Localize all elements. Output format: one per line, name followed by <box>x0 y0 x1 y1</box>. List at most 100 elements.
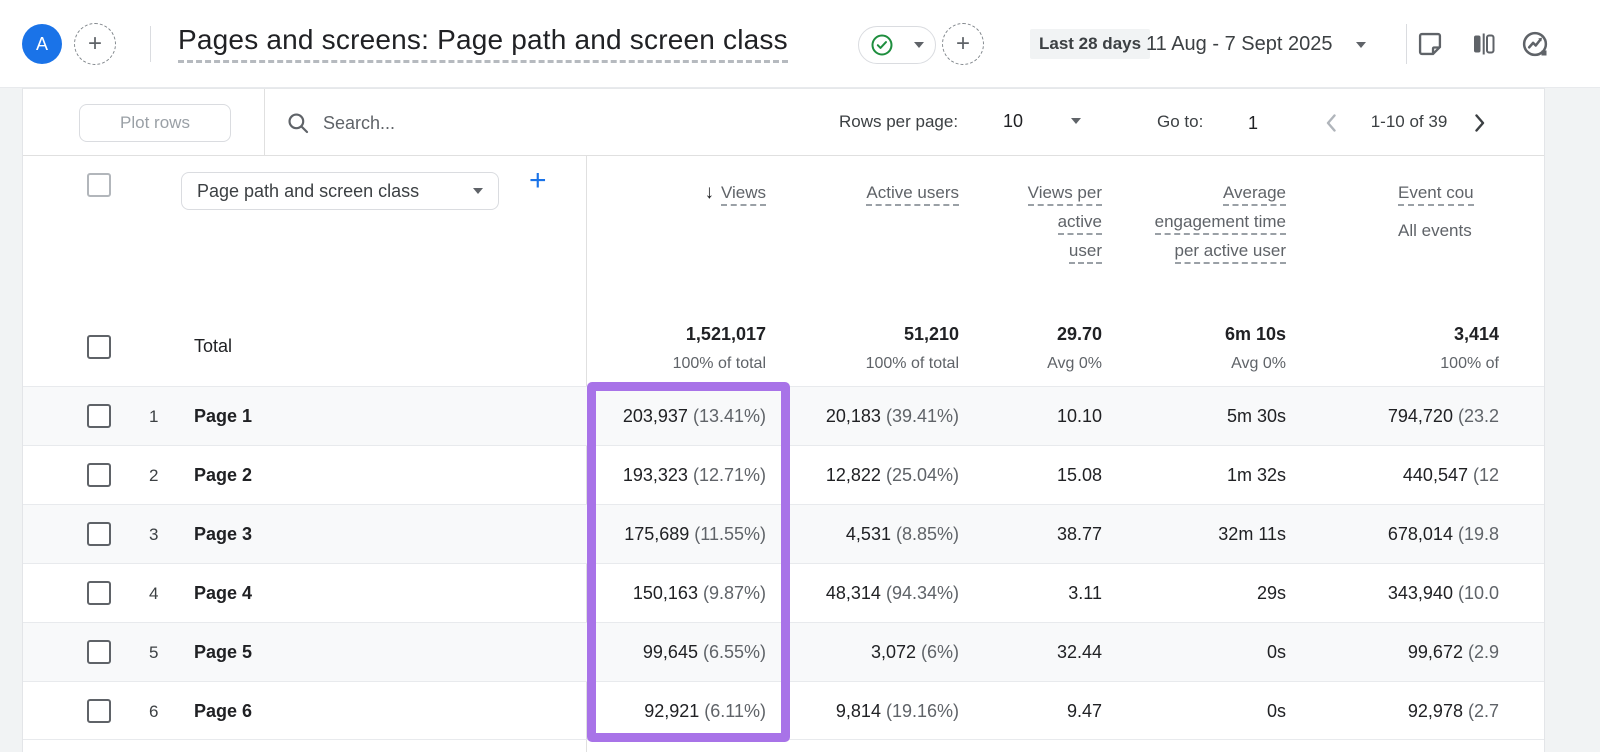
table-row: 2 Page 2 193,323(12.71%) 12,822(25.04%) … <box>23 445 1544 504</box>
views-per-user-cell: 32.44 <box>1057 623 1102 682</box>
sort-descending-icon: ↓ <box>704 182 714 203</box>
total-engagement: 6m 10sAvg 0% <box>1225 324 1286 373</box>
row-checkbox[interactable] <box>87 640 111 664</box>
report-status-button[interactable] <box>858 26 936 64</box>
chevron-down-icon <box>914 42 924 48</box>
add-report-button[interactable]: + <box>74 23 116 65</box>
divider <box>150 26 151 62</box>
total-views: 1,521,017100% of total <box>673 324 766 373</box>
plus-icon: + <box>88 30 102 58</box>
totals-label: Total <box>194 336 232 357</box>
chevron-down-icon <box>1356 42 1366 48</box>
go-to-label: Go to: <box>1157 112 1203 132</box>
views-per-user-cell: 38.77 <box>1057 505 1102 564</box>
table-body: 1 Page 1 203,937(13.41%) 20,183(39.41%) … <box>23 386 1544 740</box>
chevron-right-icon <box>1467 111 1491 135</box>
table-row: 6 Page 6 92,921(6.11%) 9,814(19.16%) 9.4… <box>23 681 1544 740</box>
rows-per-page-value[interactable]: 10 <box>1003 111 1023 132</box>
date-range-picker[interactable]: 11 Aug - 7 Sept 2025 <box>1146 29 1366 59</box>
row-checkbox[interactable] <box>87 463 111 487</box>
row-index: 2 <box>149 446 158 505</box>
views-cell: 175,689(11.55%) <box>624 505 766 564</box>
views-cell: 193,323(12.71%) <box>623 446 766 505</box>
insights-button[interactable] <box>1519 28 1551 60</box>
search-icon <box>285 110 311 136</box>
row-index: 6 <box>149 682 158 741</box>
previous-page-button[interactable] <box>1318 109 1346 137</box>
pagination-range: 1-10 of 39 <box>1353 112 1465 132</box>
row-checkbox[interactable] <box>87 581 111 605</box>
plus-icon: + <box>956 30 970 58</box>
dimension-selector[interactable]: Page path and screen class <box>181 172 499 210</box>
row-index: 5 <box>149 623 158 682</box>
event-count-filter: All events <box>1398 216 1538 245</box>
chevron-left-icon <box>1320 111 1344 135</box>
add-comparison-button[interactable]: + <box>942 23 984 65</box>
active-users-cell: 3,072(6%) <box>871 623 959 682</box>
select-all-checkbox[interactable] <box>87 173 111 197</box>
column-header-event-count[interactable]: Event cou All events <box>1398 178 1538 245</box>
notes-button[interactable] <box>1414 28 1446 60</box>
engagement-cell: 29s <box>1257 564 1286 623</box>
compare-icon <box>1469 30 1497 58</box>
insights-icon <box>1520 29 1550 59</box>
date-range-value: 11 Aug - 7 Sept 2025 <box>1146 33 1332 55</box>
event-count-cell: 440,547(12 <box>1403 446 1499 505</box>
views-cell: 92,921(6.11%) <box>644 682 766 741</box>
table-toolbar: Plot rows Rows per page: 10 Go to: 1-10 … <box>23 89 1544 156</box>
app-bar: A + Pages and screens: Page path and scr… <box>0 0 1600 88</box>
event-count-cell: 343,940(10.0 <box>1388 564 1499 623</box>
chevron-down-icon <box>473 188 483 194</box>
row-index: 1 <box>149 387 158 446</box>
views-per-user-cell: 3.11 <box>1068 564 1102 623</box>
total-event-count: 3,414100% of <box>1440 324 1499 373</box>
event-count-cell: 99,672(2.9 <box>1408 623 1499 682</box>
event-count-cell: 678,014(19.8 <box>1388 505 1499 564</box>
column-header-active-users[interactable]: Active users <box>866 178 959 207</box>
column-header-average-engagement[interactable]: Average engagement time per active user <box>1150 178 1286 265</box>
dimension-selector-value: Page path and screen class <box>197 181 419 202</box>
views-cell: 99,645(6.55%) <box>643 623 766 682</box>
engagement-cell: 1m 32s <box>1227 446 1286 505</box>
compare-button[interactable] <box>1467 28 1499 60</box>
total-active-users: 51,210100% of total <box>866 324 959 373</box>
event-count-cell: 92,978(2.7 <box>1408 682 1499 741</box>
table-header: Page path and screen class + ↓Views Acti… <box>23 156 1544 311</box>
go-to-page-input[interactable] <box>1228 103 1278 143</box>
plot-rows-button[interactable]: Plot rows <box>79 104 231 142</box>
page-name: Page 1 <box>194 387 252 446</box>
row-checkbox[interactable] <box>87 699 111 723</box>
avatar[interactable]: A <box>22 24 62 64</box>
row-checkbox[interactable] <box>87 404 111 428</box>
views-per-user-cell: 15.08 <box>1057 446 1102 505</box>
total-views-per-user: 29.70Avg 0% <box>1047 324 1102 373</box>
check-circle-icon <box>870 33 894 57</box>
totals-checkbox[interactable] <box>87 335 111 359</box>
page-name: Page 5 <box>194 623 252 682</box>
active-users-cell: 12,822(25.04%) <box>826 446 959 505</box>
column-header-views-per-active-user[interactable]: Views per active user <box>1024 178 1102 265</box>
rows-per-page-label: Rows per page: <box>839 112 958 132</box>
date-preset-badge: Last 28 days <box>1030 29 1150 59</box>
search-input[interactable] <box>323 103 703 143</box>
column-header-views[interactable]: ↓Views <box>704 178 766 207</box>
divider <box>264 89 265 156</box>
chevron-down-icon[interactable] <box>1071 118 1081 124</box>
active-users-cell: 48,314(94.34%) <box>826 564 959 623</box>
next-page-button[interactable] <box>1465 109 1493 137</box>
views-per-user-cell: 10.10 <box>1057 387 1102 446</box>
page-name: Page 6 <box>194 682 252 741</box>
totals-row: Total 1,521,017100% of total 51,210100% … <box>23 311 1544 386</box>
active-users-cell: 20,183(39.41%) <box>826 387 959 446</box>
engagement-cell: 32m 11s <box>1218 505 1286 564</box>
table-row: 5 Page 5 99,645(6.55%) 3,072(6%) 32.44 0… <box>23 622 1544 681</box>
page-title[interactable]: Pages and screens: Page path and screen … <box>178 24 788 56</box>
views-cell: 150,163(9.87%) <box>633 564 766 623</box>
views-per-user-cell: 9.47 <box>1067 682 1102 741</box>
row-checkbox[interactable] <box>87 522 111 546</box>
event-count-cell: 794,720(23.2 <box>1388 387 1499 446</box>
page-name: Page 4 <box>194 564 252 623</box>
row-index: 3 <box>149 505 158 564</box>
add-dimension-button[interactable]: + <box>529 164 547 198</box>
row-index: 4 <box>149 564 158 623</box>
